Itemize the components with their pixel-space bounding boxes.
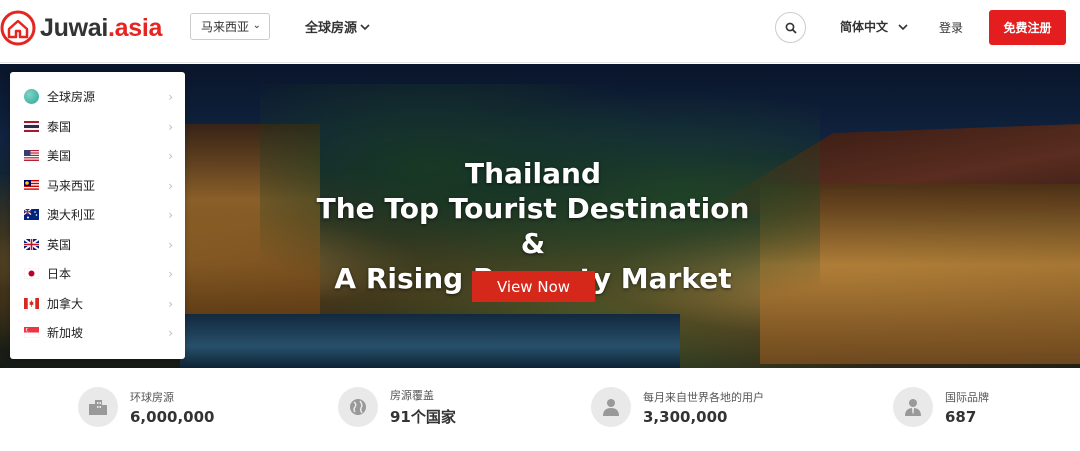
menu-item-label: 澳大利亚 (47, 208, 96, 223)
stat-value: 91个国家 (390, 408, 456, 426)
chevron-right-icon: › (168, 267, 173, 281)
nav-global-label: 全球房源 (305, 21, 358, 36)
login-link[interactable]: 登录 (939, 19, 963, 36)
globe-icon (338, 387, 378, 427)
menu-item-label: 英国 (47, 237, 72, 252)
stat-users: 每月来自世界各地的用户 3,300,000 (591, 386, 764, 428)
menu-item-label: 泰国 (47, 119, 72, 134)
stat-label: 每月来自世界各地的用户 (643, 390, 764, 404)
logo-text-main: Juwai (40, 13, 108, 42)
stat-label: 环球房源 (130, 390, 174, 404)
hero-title-line: Thailand (465, 157, 601, 190)
building-icon (78, 387, 118, 427)
site-logo[interactable]: Juwai.asia (0, 8, 162, 48)
chevron-right-icon: › (168, 149, 173, 163)
menu-item-label: 加拿大 (47, 296, 84, 311)
flag-singapore-icon (24, 327, 39, 339)
chevron-down-icon: ⌄ (252, 20, 261, 31)
stat-value: 3,300,000 (643, 407, 728, 426)
menu-item-canada[interactable]: 加拿大 › (10, 289, 185, 319)
flag-canada-icon (24, 297, 39, 309)
menu-item-label: 美国 (47, 149, 72, 164)
menu-item-label: 新加坡 (47, 326, 84, 341)
house-logo-icon (0, 10, 36, 46)
logo-text: Juwai.asia (40, 14, 162, 43)
flag-thailand-icon (24, 120, 39, 132)
search-button[interactable] (775, 12, 806, 43)
menu-item-global[interactable]: 全球房源 › (10, 82, 185, 112)
chevron-down-icon (360, 23, 370, 30)
flag-uk-icon (24, 238, 39, 250)
country-menu: 全球房源 › 泰国 › 美国 › 马来西亚 › 澳大利亚 › 英国 › 日本 ›… (10, 72, 185, 359)
menu-item-label: 日本 (47, 267, 72, 282)
user-icon (591, 387, 631, 427)
stat-countries: 房源覆盖 91个国家 (338, 386, 456, 428)
view-now-button[interactable]: View Now (472, 271, 595, 302)
menu-item-label: 马来西亚 (47, 178, 96, 193)
stat-listings: 环球房源 6,000,000 (78, 386, 214, 428)
menu-item-japan[interactable]: 日本 › (10, 259, 185, 289)
flag-australia-icon (24, 209, 39, 221)
chevron-right-icon: › (168, 90, 173, 104)
menu-item-label: 全球房源 (47, 90, 96, 105)
nav-global-listings[interactable]: 全球房源 (305, 17, 370, 36)
language-label: 简体中文 (840, 20, 889, 34)
menu-item-thailand[interactable]: 泰国 › (10, 112, 185, 142)
menu-item-malaysia[interactable]: 马来西亚 › (10, 171, 185, 201)
chevron-right-icon: › (168, 296, 173, 311)
stat-value: 6,000,000 (130, 407, 215, 426)
globe-icon (24, 89, 39, 105)
register-button[interactable]: 免费注册 (989, 10, 1066, 45)
chevron-right-icon: › (168, 119, 173, 134)
stat-label: 房源覆盖 (390, 389, 434, 402)
stat-label: 国际品牌 (945, 390, 989, 404)
region-label: 马来西亚 (201, 20, 250, 34)
flag-japan-icon (24, 268, 39, 280)
flag-usa-icon (24, 150, 39, 162)
logo-text-suffix: .asia (107, 13, 163, 42)
language-select[interactable]: 简体中文 (840, 18, 908, 35)
chevron-right-icon: › (168, 237, 173, 252)
agent-icon (893, 387, 933, 427)
region-select[interactable]: 马来西亚 ⌄ (190, 13, 270, 40)
top-header: Juwai.asia 马来西亚 ⌄ 全球房源 简体中文 登录 免费注册 (0, 0, 1080, 63)
chevron-right-icon: › (168, 208, 173, 222)
chevron-right-icon: › (168, 178, 173, 193)
search-icon (785, 22, 797, 34)
menu-item-uk[interactable]: 英国 › (10, 230, 185, 260)
stat-brands: 国际品牌 687 (893, 386, 989, 428)
flag-malaysia-icon (24, 179, 39, 191)
menu-item-australia[interactable]: 澳大利亚 › (10, 200, 185, 230)
menu-item-usa[interactable]: 美国 › (10, 141, 185, 171)
hero-title-line: The Top Tourist Destination & (316, 192, 750, 260)
chevron-right-icon: › (168, 326, 173, 340)
stat-value: 687 (945, 407, 977, 426)
menu-item-singapore[interactable]: 新加坡 › (10, 318, 185, 348)
chevron-down-icon (898, 23, 908, 30)
